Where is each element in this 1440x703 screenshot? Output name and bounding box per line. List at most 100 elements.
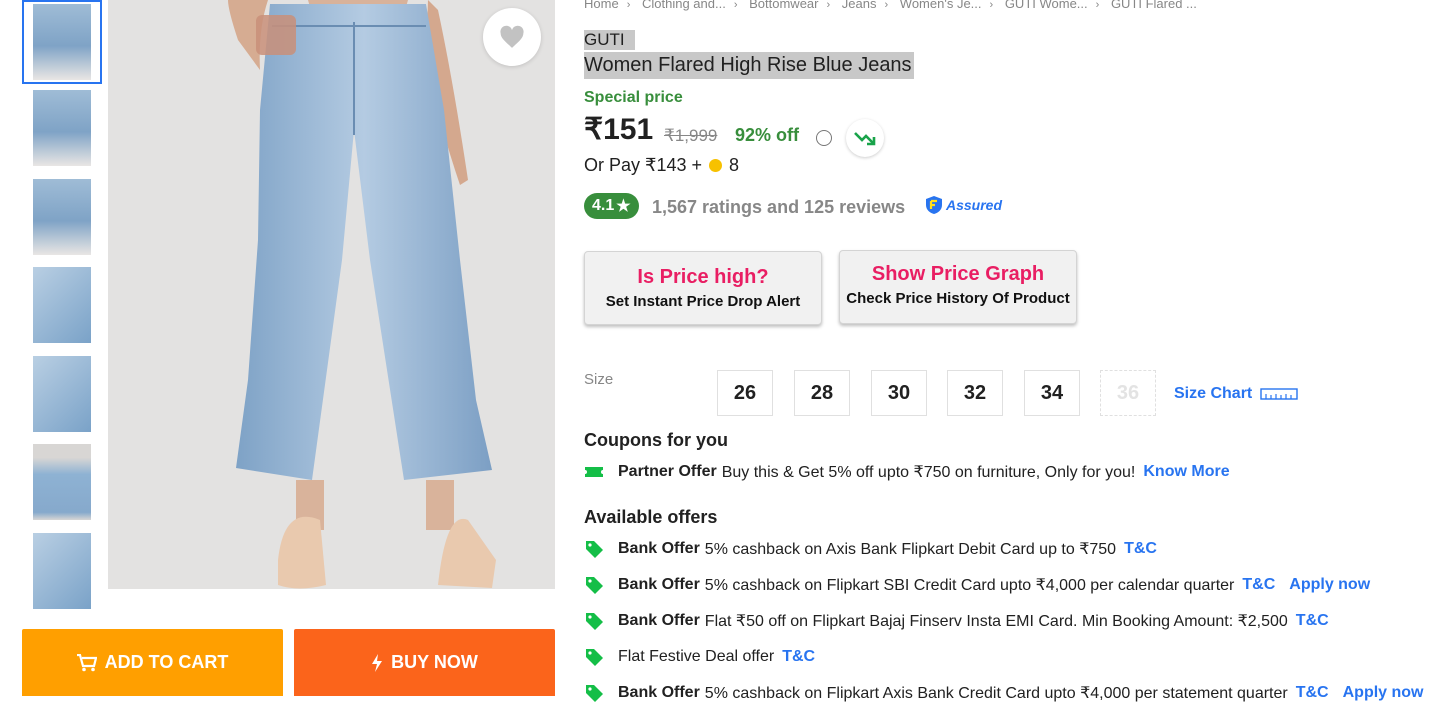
offer-tag-icon xyxy=(584,611,604,631)
size-option[interactable]: 28 xyxy=(794,370,850,416)
price-trend-button[interactable] xyxy=(846,119,884,157)
breadcrumb-item[interactable]: Clothing and... xyxy=(642,0,726,11)
thumbnail-2[interactable] xyxy=(22,86,102,170)
tc-link[interactable]: T&C xyxy=(1296,612,1329,630)
original-price: ₹1,999 xyxy=(664,126,718,145)
size-option[interactable]: 32 xyxy=(947,370,1003,416)
size-option[interactable]: 30 xyxy=(871,370,927,416)
price-drop-alert-button[interactable]: Is Price high? Set Instant Price Drop Al… xyxy=(584,251,822,325)
breadcrumb: Home › Clothing and... › Bottomwear › Jeans… xyxy=(584,0,1197,11)
size-option[interactable]: 34 xyxy=(1024,370,1080,416)
add-to-cart-button[interactable]: ADD TO CART xyxy=(22,629,283,696)
tc-link[interactable]: T&C xyxy=(1242,576,1275,594)
add-to-cart-label: ADD TO CART xyxy=(104,652,229,672)
assured-label: Assured xyxy=(946,197,1003,213)
coupon-ticket-icon xyxy=(584,465,604,479)
jeans-illustration xyxy=(108,0,555,589)
price-graph-button[interactable]: Show Price Graph Check Price History Of … xyxy=(839,250,1077,324)
ruler-icon xyxy=(1260,388,1298,400)
coin-count: 8 xyxy=(729,155,740,175)
product-image[interactable] xyxy=(108,0,555,589)
rating-value: 4.1 xyxy=(592,197,615,214)
wishlist-button[interactable] xyxy=(483,8,541,66)
heart-icon xyxy=(500,25,524,48)
breadcrumb-item[interactable]: Bottomwear xyxy=(749,0,818,11)
brand-name[interactable]: GUTI xyxy=(584,30,635,50)
offer-item: Flat Festive Deal offer T&C xyxy=(584,647,815,667)
special-price-label: Special price xyxy=(584,89,683,106)
coupons-heading: Coupons for you xyxy=(584,430,728,450)
thumbnail-5[interactable] xyxy=(22,352,102,436)
price-tool-heading: Show Price Graph xyxy=(871,263,1045,285)
assured-badge: Assured xyxy=(925,195,1002,215)
size-chart-label: Size Chart xyxy=(1174,385,1253,402)
know-more-link[interactable]: Know More xyxy=(1143,463,1229,481)
thumbnail-7[interactable] xyxy=(22,529,102,613)
ratings-count[interactable]: 1,567 ratings and 125 reviews xyxy=(652,197,905,218)
coupon-text: Buy this & Get 5% off upto ₹750 on furni… xyxy=(721,464,1136,481)
chevron-right-icon: › xyxy=(989,0,994,11)
thumbnail-1[interactable] xyxy=(22,0,102,84)
tc-link[interactable]: T&C xyxy=(1296,684,1329,702)
size-label: Size xyxy=(584,371,614,388)
price-tool-heading: Is Price high? xyxy=(637,266,769,288)
offer-text: 5% cashback on Flipkart SBI Credit Card … xyxy=(704,577,1235,594)
breadcrumb-item[interactable]: Jeans xyxy=(842,0,877,11)
offer-text: Flat ₹50 off on Flipkart Bajaj Finserv I… xyxy=(704,613,1288,630)
offer-tag-icon xyxy=(584,647,604,667)
size-chart-link[interactable]: Size Chart xyxy=(1174,385,1298,403)
coupon-item: Partner Offer Buy this & Get 5% off upto… xyxy=(584,462,1230,482)
thumbnail-3[interactable] xyxy=(22,175,102,259)
breadcrumb-item[interactable]: GUTI Wome... xyxy=(1005,0,1088,11)
offer-title: Bank Offer xyxy=(618,576,700,593)
apply-now-link[interactable]: Apply now xyxy=(1289,576,1370,594)
assured-badge-icon xyxy=(926,196,942,214)
trend-down-icon xyxy=(854,132,876,146)
size-option[interactable]: 26 xyxy=(717,370,773,416)
offer-tag-icon xyxy=(584,539,604,559)
or-pay-text: Or Pay ₹143 + xyxy=(584,155,703,175)
thumbnail-4[interactable] xyxy=(22,263,102,347)
offer-tag-icon xyxy=(584,575,604,595)
chevron-right-icon: › xyxy=(884,0,889,11)
offer-text: Flat Festive Deal offer xyxy=(618,648,775,665)
offer-tag-icon xyxy=(584,683,604,703)
offer-item: Bank Offer 5% cashback on Flipkart SBI C… xyxy=(584,575,1370,595)
info-icon[interactable] xyxy=(816,130,832,146)
offer-item: Bank Offer 5% cashback on Flipkart Axis … xyxy=(584,683,1424,703)
offer-text: 5% cashback on Axis Bank Flipkart Debit … xyxy=(704,541,1117,558)
price-tool-subtext: Set Instant Price Drop Alert xyxy=(605,293,801,310)
breadcrumb-item[interactable]: GUTI Flared ... xyxy=(1111,0,1197,11)
price-tool-subtext: Check Price History Of Product xyxy=(846,290,1070,307)
rating-badge: 4.1 ★ xyxy=(584,193,639,219)
discount-percent: 92% off xyxy=(735,125,800,145)
product-title: Women Flared High Rise Blue Jeans xyxy=(584,52,914,79)
apply-now-link[interactable]: Apply now xyxy=(1343,684,1424,702)
star-icon: ★ xyxy=(616,198,631,215)
chevron-right-icon: › xyxy=(1095,0,1100,11)
buy-now-label: BUY NOW xyxy=(391,652,478,672)
offer-title: Bank Offer xyxy=(618,684,700,701)
tc-link[interactable]: T&C xyxy=(1124,540,1157,558)
chevron-right-icon: › xyxy=(826,0,831,11)
cart-icon xyxy=(76,653,97,671)
chevron-right-icon: › xyxy=(626,0,631,11)
offer-text: 5% cashback on Flipkart Axis Bank Credit… xyxy=(704,685,1288,702)
offer-title: Bank Offer xyxy=(618,540,700,557)
tc-link[interactable]: T&C xyxy=(782,648,815,666)
coupon-title: Partner Offer xyxy=(618,463,717,480)
supercoin-pay: Or Pay ₹143 + 8 xyxy=(584,155,739,176)
breadcrumb-item[interactable]: Home xyxy=(584,0,619,11)
offers-heading: Available offers xyxy=(584,507,718,527)
chevron-right-icon: › xyxy=(733,0,738,11)
offer-item: Bank Offer 5% cashback on Axis Bank Flip… xyxy=(584,539,1157,559)
thumbnail-6[interactable] xyxy=(22,440,102,524)
buy-now-button[interactable]: BUY NOW xyxy=(294,629,555,696)
offer-title: Bank Offer xyxy=(618,612,700,629)
breadcrumb-item[interactable]: Women's Je... xyxy=(900,0,982,11)
lightning-icon xyxy=(372,653,383,672)
supercoin-icon xyxy=(709,159,723,172)
offer-item: Bank Offer Flat ₹50 off on Flipkart Baja… xyxy=(584,611,1329,631)
selling-price: ₹151 xyxy=(584,113,654,146)
size-option-unavailable: 36 xyxy=(1100,370,1156,416)
